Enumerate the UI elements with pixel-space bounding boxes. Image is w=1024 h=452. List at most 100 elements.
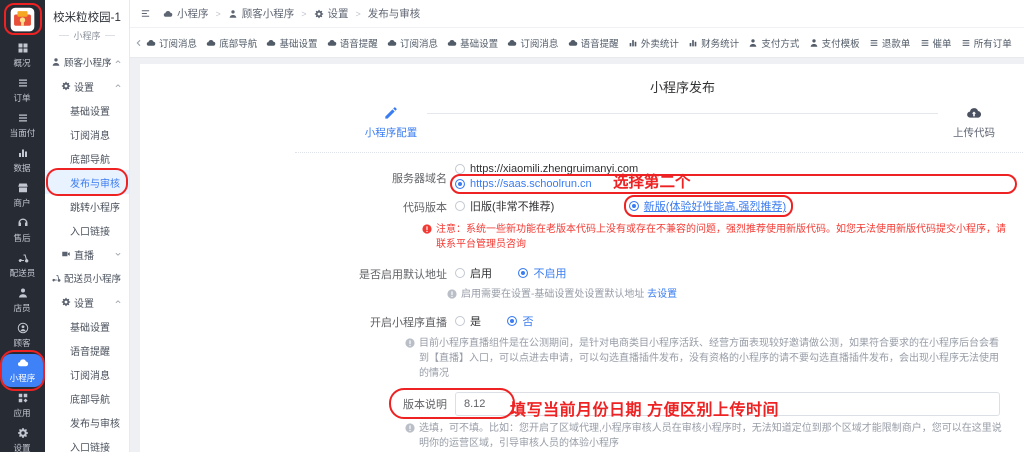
radio-domain-option-1[interactable]: https://xiaomili.zhengruimanyi.com bbox=[455, 162, 1010, 176]
warning-icon bbox=[422, 224, 432, 234]
apps-icon bbox=[17, 392, 29, 404]
app-logo[interactable] bbox=[3, 3, 42, 35]
tab-scroll-left-icon[interactable] bbox=[134, 38, 144, 48]
rail-item-courier[interactable]: 配送员 bbox=[2, 249, 43, 282]
rail-item-label: 订单 bbox=[13, 93, 32, 103]
collapse-menu-icon[interactable] bbox=[140, 8, 151, 19]
breadcrumb-item-设置[interactable]: 设置 bbox=[314, 6, 349, 21]
sidebar-item-底部导航[interactable]: 底部导航 bbox=[45, 386, 129, 410]
sidebar-item-发布与审核[interactable]: 发布与审核 bbox=[45, 168, 129, 196]
sidebar-subtitle-label: 小程序 bbox=[73, 31, 101, 41]
tab-基础设置[interactable]: 基础设置 bbox=[266, 36, 317, 50]
tab-label: 基础设置 bbox=[460, 38, 499, 50]
radio-live-yes[interactable]: 是 bbox=[455, 313, 481, 329]
sidebar-item-label: 顾客小程序 bbox=[64, 58, 112, 69]
tab-订阅消息[interactable]: 订阅消息 bbox=[387, 36, 438, 50]
rail-item-label: 小程序 bbox=[9, 373, 36, 383]
sidebar-item-label: 配送员小程序 bbox=[64, 274, 122, 285]
breadcrumb-item-小程序[interactable]: 小程序 bbox=[163, 6, 209, 21]
sidebar-item-跳转小程序[interactable]: 跳转小程序 bbox=[45, 194, 129, 218]
rail-item-aftersale[interactable]: 售后 bbox=[2, 214, 43, 247]
server-domain-label: 服务器域名 bbox=[392, 173, 447, 185]
tab-支付方式[interactable]: 支付方式 bbox=[748, 36, 799, 50]
tab-订阅消息[interactable]: 订阅消息 bbox=[146, 36, 197, 50]
tab-label: 订阅消息 bbox=[159, 38, 198, 50]
tab-label: 外卖统计 bbox=[640, 38, 679, 50]
radio-address-enable[interactable]: 启用 bbox=[455, 265, 492, 281]
rail-item-overview[interactable]: 概况 bbox=[2, 39, 43, 72]
sidebar-item-发布与审核[interactable]: 发布与审核 bbox=[45, 410, 129, 434]
sidebar-item-入口链接[interactable]: 入口链接 bbox=[45, 218, 129, 242]
radio-old-version[interactable]: 旧版(非常不推荐) bbox=[455, 198, 554, 214]
sidebar-item-基础设置[interactable]: 基础设置 bbox=[45, 314, 129, 338]
step-connector-line bbox=[427, 113, 938, 114]
breadcrumb-item-顾客小程序[interactable]: 顾客小程序 bbox=[228, 6, 294, 21]
breadcrumb-item-发布与审核[interactable]: 发布与审核 bbox=[368, 6, 421, 21]
chevron-up-icon bbox=[114, 58, 122, 66]
chevron-up-icon bbox=[114, 298, 122, 306]
sidebar-item-顾客小程序[interactable]: 顾客小程序 bbox=[45, 50, 129, 74]
list-icon bbox=[869, 38, 879, 48]
main-area: 小程序 > 顾客小程序 > 设置 > 发布与审核 订阅消息 底部导航 基础设置 语音提醒 订阅消息 基… bbox=[130, 0, 1024, 452]
radio-new-version[interactable]: 新版(体验好性能高,强烈推荐) bbox=[623, 195, 794, 217]
rail-item-orders[interactable]: 订单 bbox=[2, 74, 43, 107]
tab-语音提醒[interactable]: 语音提醒 bbox=[568, 36, 619, 50]
cloud-upload-icon bbox=[966, 105, 982, 121]
sidebar-item-直播[interactable]: 直播 bbox=[45, 242, 129, 266]
radio-label: https://saas.schoolrun.cn bbox=[470, 178, 592, 190]
grid-icon bbox=[17, 42, 29, 54]
miniapp-icon bbox=[568, 38, 578, 48]
sidebar-item-配送员小程序[interactable]: 配送员小程序 bbox=[45, 266, 129, 290]
sidebar-item-入口链接[interactable]: 入口链接 bbox=[45, 434, 129, 452]
rail-item-miniapp[interactable]: 小程序 bbox=[0, 350, 45, 391]
sidebar-item-订阅消息[interactable]: 订阅消息 bbox=[45, 362, 129, 386]
tab-外卖统计[interactable]: 外卖统计 bbox=[628, 36, 679, 50]
tab-label: 支付模板 bbox=[821, 38, 860, 50]
breadcrumb-separator: > bbox=[301, 8, 307, 19]
rail-item-data[interactable]: 数据 bbox=[2, 144, 43, 177]
live-label: 开启小程序直播 bbox=[370, 317, 447, 329]
rail-item-merchant[interactable]: 商户 bbox=[2, 179, 43, 212]
miniapp-icon bbox=[146, 38, 156, 48]
tab-财务统计[interactable]: 财务统计 bbox=[688, 36, 739, 50]
sidebar-item-语音提醒[interactable]: 语音提醒 bbox=[45, 338, 129, 362]
tab-所有订单[interactable]: 所有订单 bbox=[961, 36, 1012, 50]
chart-icon bbox=[628, 38, 638, 48]
sidebar-item-设置[interactable]: 设置 bbox=[45, 74, 129, 98]
sidebar-menu: 顾客小程序 设置 基础设置 订阅消息 底部导航 发布与审核 跳转小程序 入口链接 直播 配送员小程… bbox=[45, 50, 129, 452]
miniapp-icon bbox=[266, 38, 276, 48]
radio-domain-option-2[interactable]: https://saas.schoolrun.cn bbox=[450, 174, 1017, 194]
warning-text: 注意：系统一些新功能在老版本代码上没有或存在不兼容的问题，强烈推荐使用新版代码。… bbox=[436, 224, 1006, 250]
sidebar-item-设置[interactable]: 设置 bbox=[45, 290, 129, 314]
tab-底部导航[interactable]: 底部导航 bbox=[206, 36, 257, 50]
rail-item-facepay[interactable]: 当面付 bbox=[2, 109, 43, 142]
sidebar-item-底部导航[interactable]: 底部导航 bbox=[45, 146, 129, 170]
sidebar-item-基础设置[interactable]: 基础设置 bbox=[45, 98, 129, 122]
rail-item-customer[interactable]: 顾客 bbox=[2, 319, 43, 352]
rail-item-settings[interactable]: 设置 bbox=[2, 424, 43, 452]
list-icon bbox=[920, 38, 930, 48]
live-note: 目前小程序直播组件是在公测期间，是针对电商类目小程序活跃、经营方面表现较好邀请做… bbox=[405, 336, 1005, 381]
tab-退款单[interactable]: 退款单 bbox=[869, 36, 910, 50]
rail-item-apps[interactable]: 应用 bbox=[2, 389, 43, 422]
sidebar-item-订阅消息[interactable]: 订阅消息 bbox=[45, 122, 129, 146]
dotted-divider bbox=[295, 152, 1024, 153]
radio-address-disable[interactable]: 不启用 bbox=[518, 265, 566, 281]
radio-live-no[interactable]: 否 bbox=[507, 313, 533, 329]
sidebar-item-label: 订阅消息 bbox=[70, 370, 110, 382]
go-settings-link[interactable]: 去设置 bbox=[647, 289, 677, 300]
tab-基础设置[interactable]: 基础设置 bbox=[447, 36, 498, 50]
version-note-help: 选填，可不填。比如：您开启了区域代理,小程序审核人员在审核小程序时，无法知道定位… bbox=[405, 421, 1005, 451]
tab-订阅消息[interactable]: 订阅消息 bbox=[507, 36, 558, 50]
tab-催单[interactable]: 催单 bbox=[920, 36, 952, 50]
tab-label: 语音提醒 bbox=[580, 38, 619, 50]
chart-icon bbox=[688, 38, 698, 48]
tab-label: 订阅消息 bbox=[399, 38, 438, 50]
sidebar-title: 校米粒校园-1 bbox=[53, 12, 121, 24]
annotation-fill-date: 填写当前月份日期 方便区别上传时间 bbox=[510, 402, 779, 419]
rail-item-clerk[interactable]: 店员 bbox=[2, 284, 43, 317]
radio-label: 不启用 bbox=[533, 268, 567, 280]
tab-语音提醒[interactable]: 语音提醒 bbox=[327, 36, 378, 50]
tab-支付模板[interactable]: 支付模板 bbox=[809, 36, 860, 50]
rail-item-label: 设置 bbox=[13, 443, 32, 452]
